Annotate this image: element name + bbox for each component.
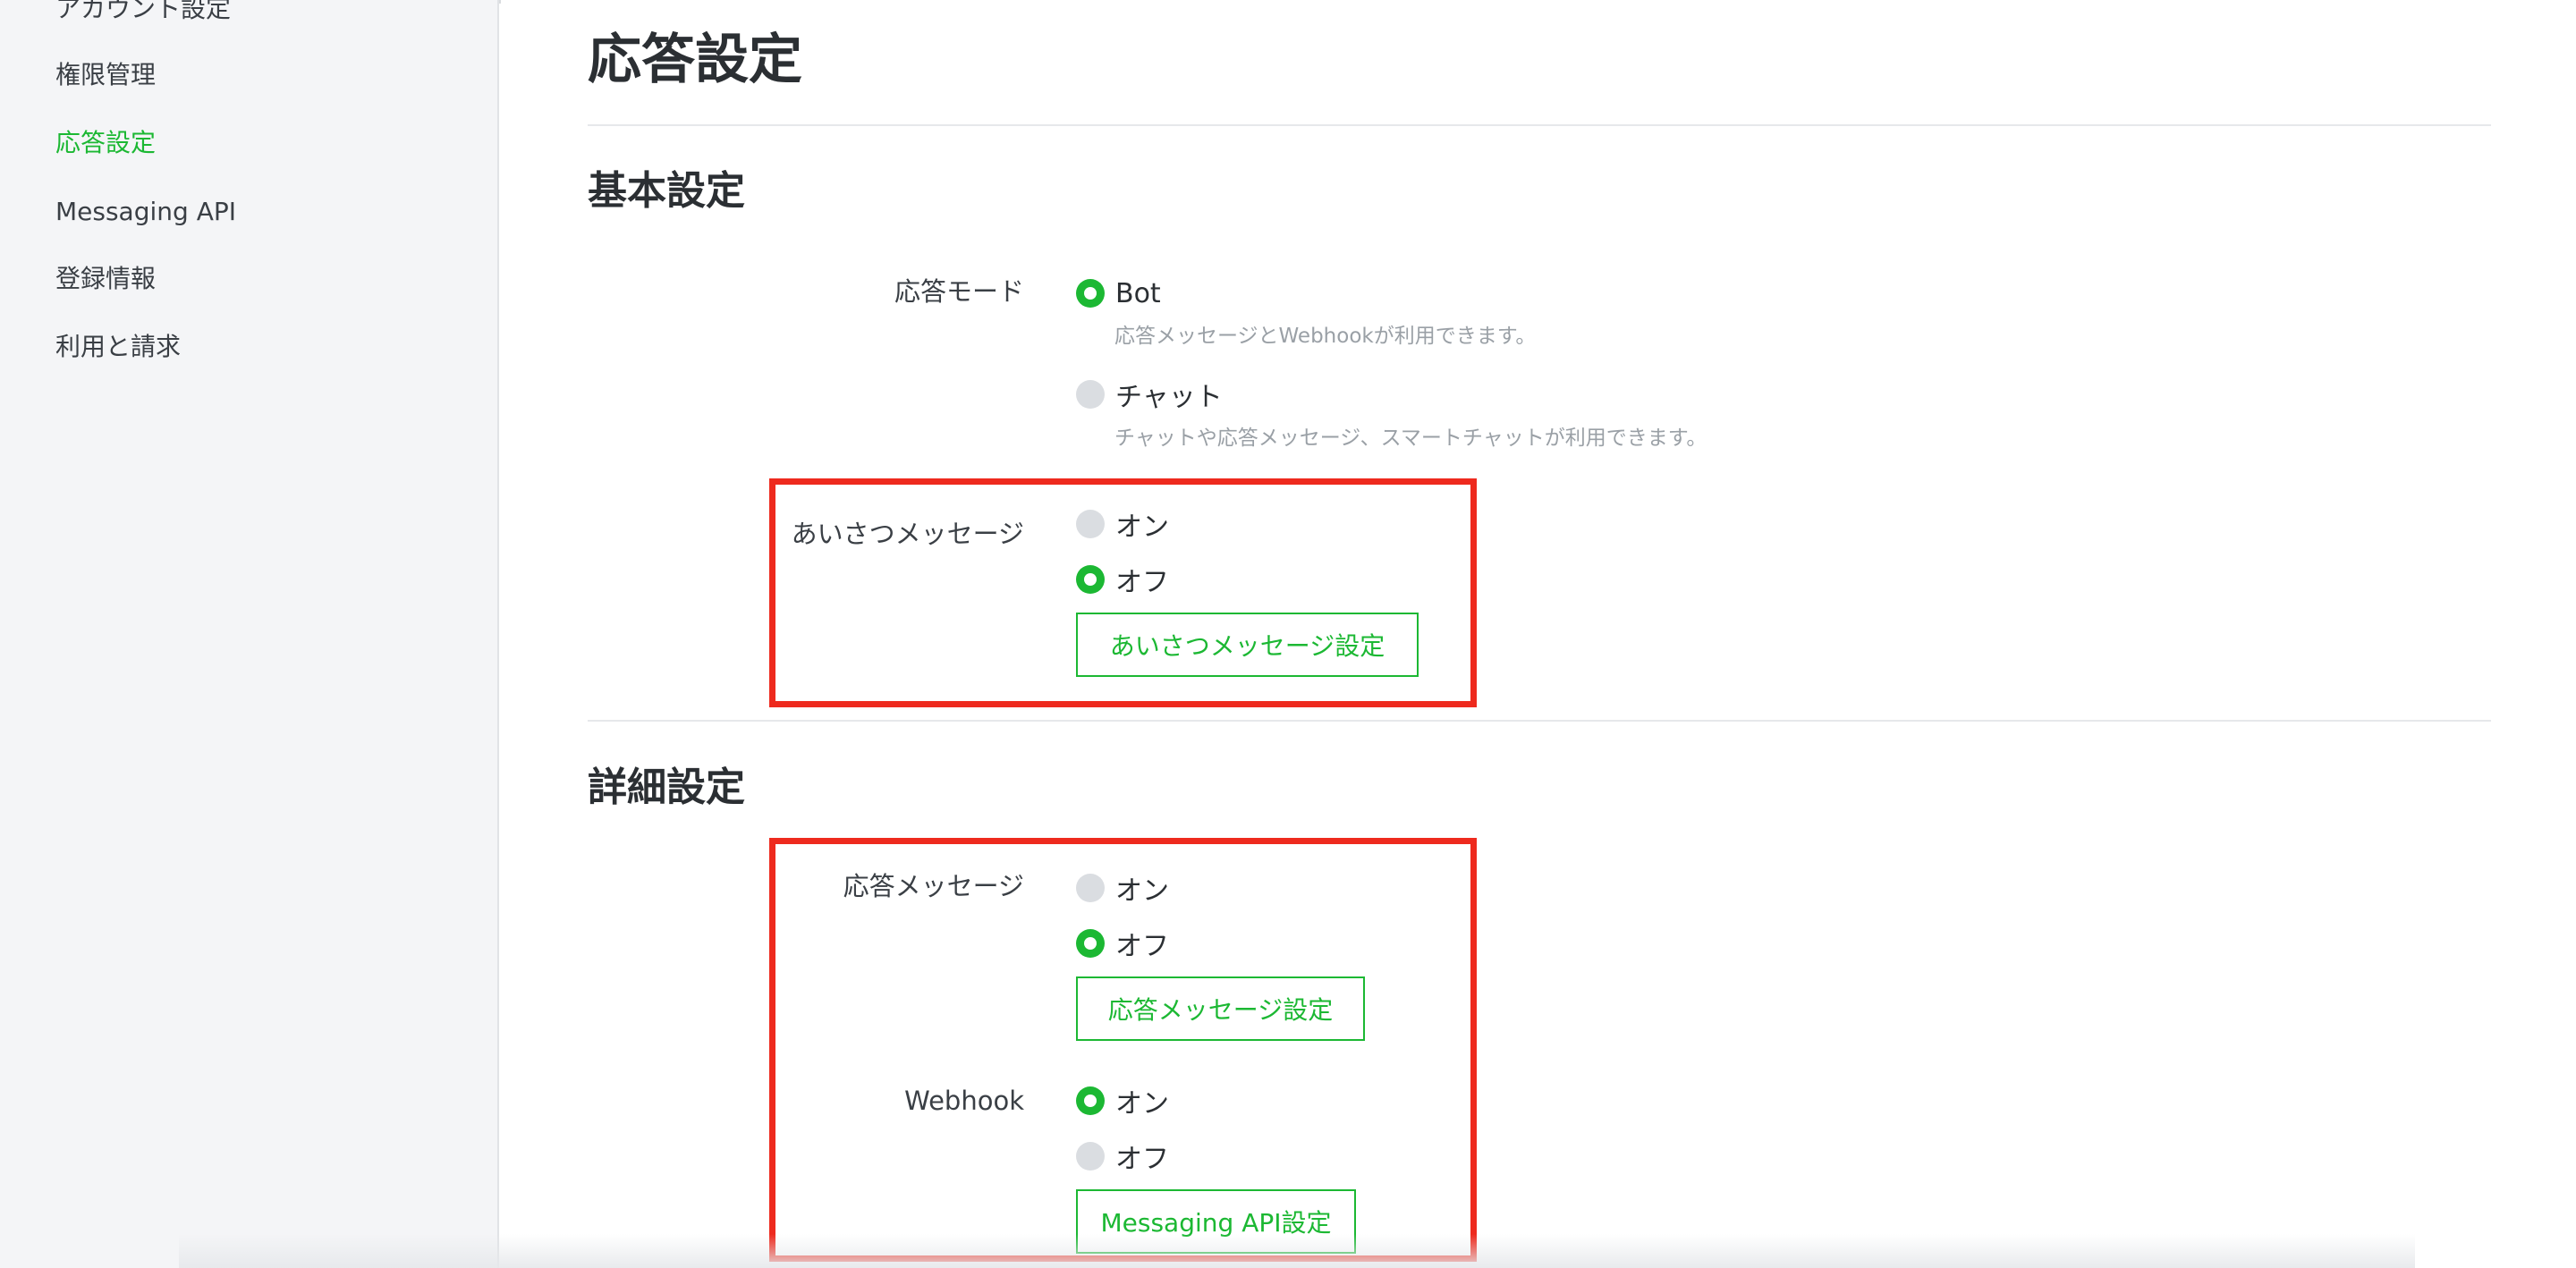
title-divider xyxy=(588,124,2491,126)
settings-sidebar: アカウント設定 権限管理 応答設定 Messaging API 登録情報 利用と… xyxy=(0,0,499,1268)
radio-label: チャット xyxy=(1115,382,1223,413)
radio-checked-icon xyxy=(1076,929,1105,958)
radio-label: オフ xyxy=(1115,567,1169,598)
radio-label: オン xyxy=(1115,511,1169,543)
bot-hint-text: 応答メッセージとWebhookが利用できます。 xyxy=(1114,325,1537,348)
sidebar-item-usage-billing[interactable]: 利用と請求 xyxy=(55,331,181,363)
radio-label: オフ xyxy=(1115,931,1169,962)
sidebar-item-registration-info[interactable]: 登録情報 xyxy=(55,263,156,295)
greeting-message-settings-button[interactable]: あいさつメッセージ設定 xyxy=(1076,613,1419,677)
sidebar-item-account-settings[interactable]: アカウント設定 xyxy=(55,0,231,25)
section-divider xyxy=(588,720,2491,722)
radio-unchecked-icon xyxy=(1076,380,1105,409)
sidebar-item-permissions[interactable]: 権限管理 xyxy=(55,59,156,91)
response-mode-label: 応答モード xyxy=(894,276,1024,307)
response-mode-bot-radio[interactable]: Bot xyxy=(1076,275,1161,311)
main-content xyxy=(501,0,2576,1268)
basic-settings-title: 基本設定 xyxy=(588,168,745,214)
radio-label: オフ xyxy=(1115,1144,1169,1175)
radio-label: オン xyxy=(1115,1088,1169,1120)
auto-reply-label: 応答メッセージ xyxy=(843,871,1024,901)
auto-reply-settings-button[interactable]: 応答メッセージ設定 xyxy=(1076,976,1365,1041)
greeting-message-label: あいさつメッセージ xyxy=(791,519,1024,549)
greeting-on-radio[interactable]: オン xyxy=(1076,506,1169,543)
sidebar-item-response-settings[interactable]: 応答設定 xyxy=(55,127,156,159)
response-mode-chat-radio[interactable]: チャット xyxy=(1076,376,1223,413)
radio-checked-icon xyxy=(1076,565,1105,594)
radio-checked-icon xyxy=(1076,279,1105,308)
advanced-settings-title: 詳細設定 xyxy=(588,765,745,810)
bottom-scroll-shadow xyxy=(179,1234,2415,1268)
radio-unchecked-icon xyxy=(1076,510,1105,538)
sidebar-item-messaging-api[interactable]: Messaging API xyxy=(55,196,236,228)
radio-unchecked-icon xyxy=(1076,1142,1105,1171)
webhook-off-radio[interactable]: オフ xyxy=(1076,1138,1169,1175)
greeting-off-radio[interactable]: オフ xyxy=(1076,562,1169,598)
auto-reply-on-radio[interactable]: オン xyxy=(1076,870,1169,907)
webhook-label: Webhook xyxy=(904,1086,1024,1116)
radio-label: オン xyxy=(1115,875,1169,907)
radio-checked-icon xyxy=(1076,1086,1105,1115)
chat-hint-text: チャットや応答メッセージ、スマートチャットが利用できます。 xyxy=(1114,427,1707,450)
webhook-on-radio[interactable]: オン xyxy=(1076,1083,1169,1120)
page-title: 応答設定 xyxy=(588,29,802,91)
radio-unchecked-icon xyxy=(1076,874,1105,902)
auto-reply-off-radio[interactable]: オフ xyxy=(1076,926,1169,962)
radio-label: Bot xyxy=(1115,277,1161,309)
